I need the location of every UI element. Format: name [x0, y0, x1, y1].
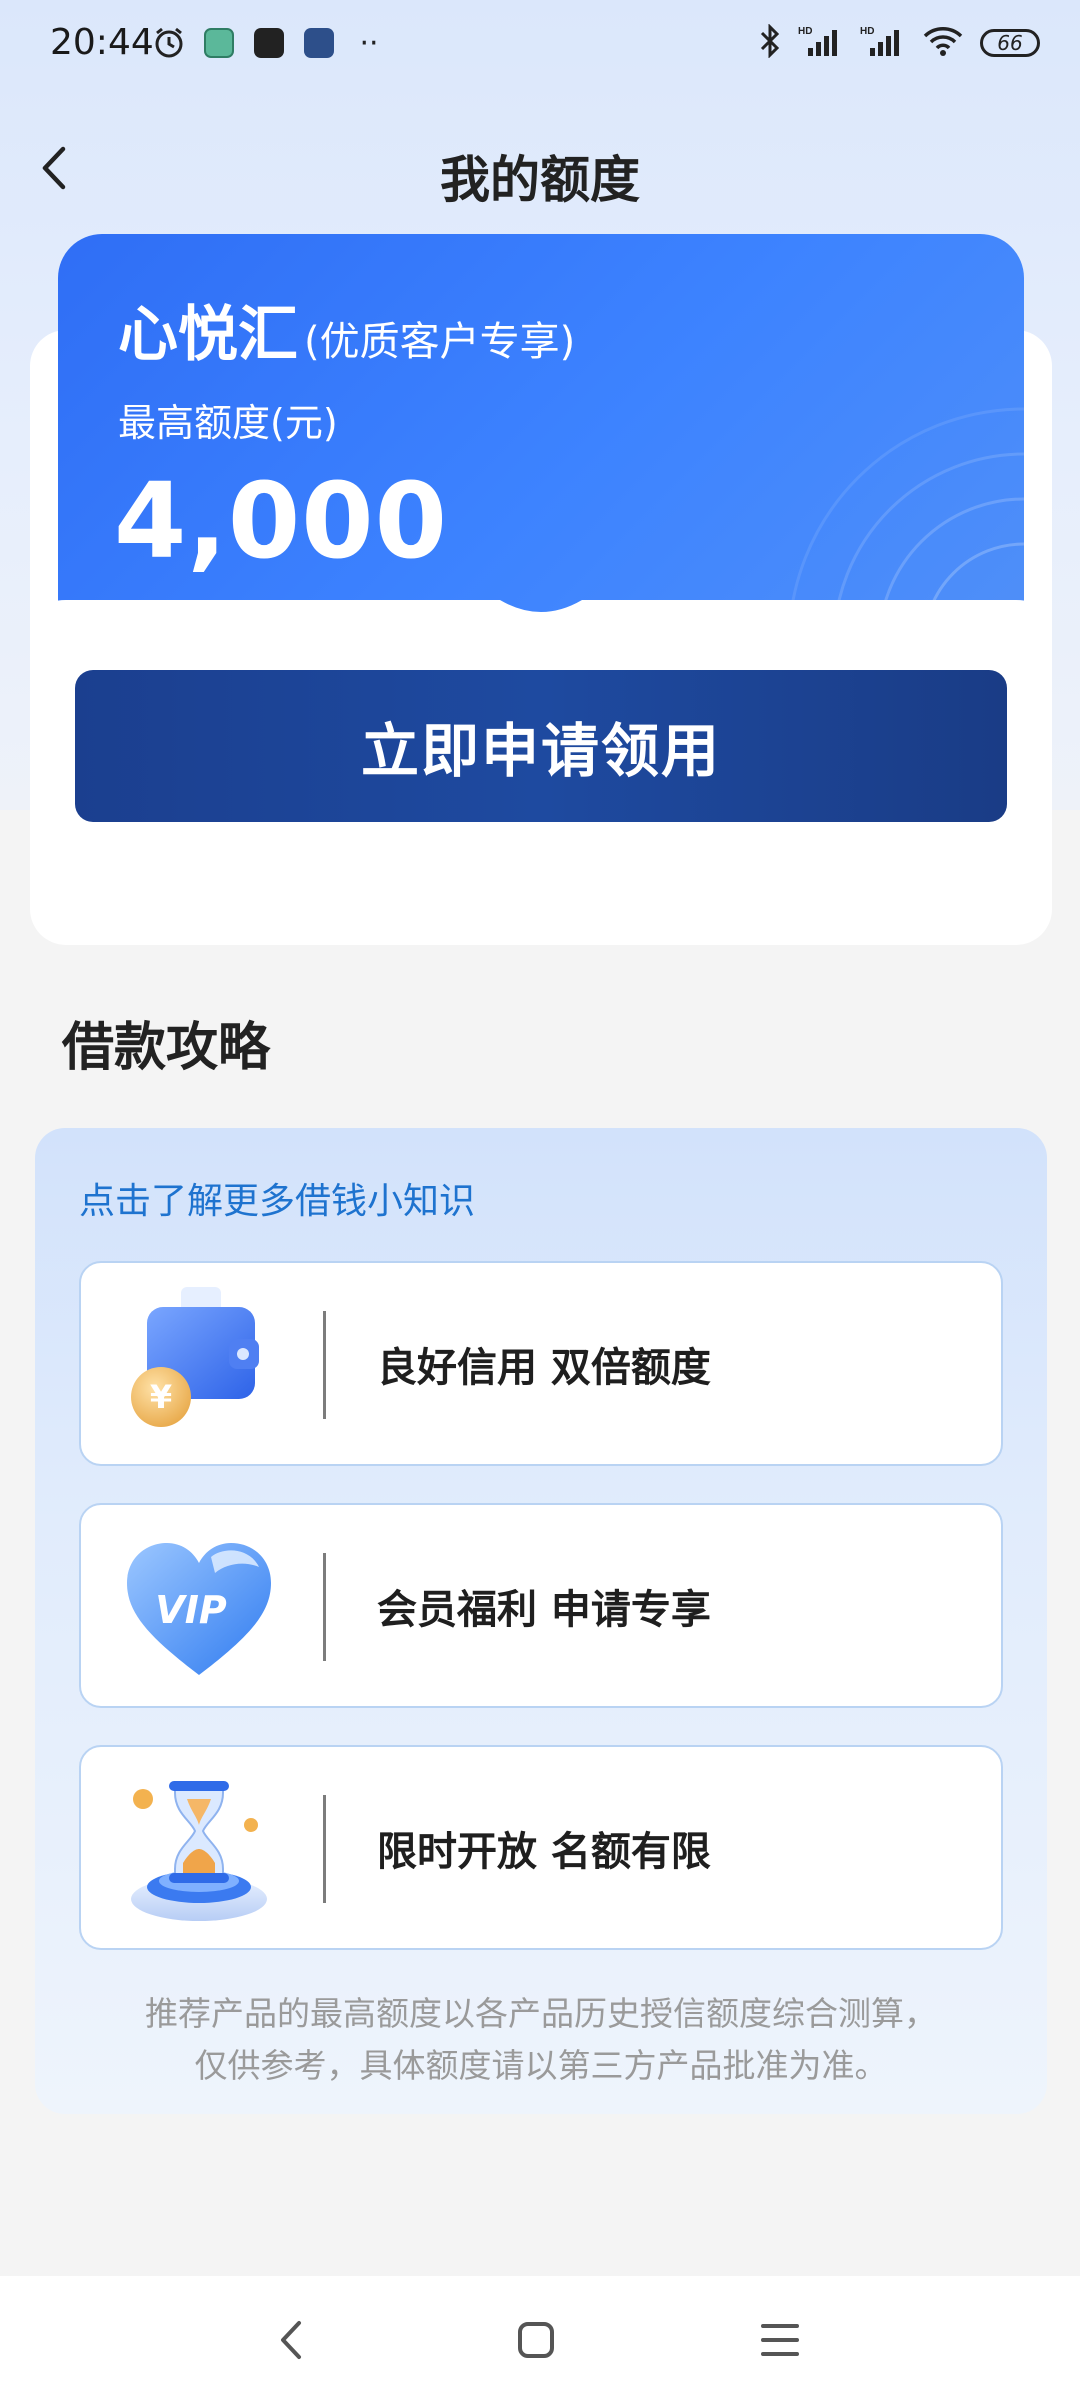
quota-label: 最高额度(元) — [118, 401, 338, 445]
tip-card-limited[interactable]: 限时开放 名额有限 — [79, 1745, 1003, 1950]
tip-divider — [323, 1311, 326, 1419]
back-nav-icon[interactable] — [262, 2310, 322, 2370]
battery-indicator: 66 — [980, 29, 1040, 57]
disclaimer-line: 推荐产品的最高额度以各产品历史授信额度综合测算， — [145, 1994, 937, 2033]
svg-text:HD: HD — [798, 26, 812, 37]
app-icon-green — [202, 26, 236, 60]
svg-text:VIP: VIP — [155, 1588, 227, 1632]
decorative-rings — [788, 407, 1024, 624]
alarm-icon — [152, 26, 186, 60]
home-nav-icon[interactable] — [506, 2310, 566, 2370]
apply-button[interactable]: 立即申请领用 — [75, 670, 1007, 822]
hourglass-icon — [131, 1781, 267, 1921]
section-title: 借款攻略 — [62, 1018, 271, 1078]
tip-text: 良好信用 双倍额度 — [377, 1345, 711, 1391]
app-icon-blue — [302, 26, 336, 60]
app-icon-dark — [252, 26, 286, 60]
learn-more-link[interactable]: 点击了解更多借钱小知识 — [79, 1172, 475, 1224]
vip-heart-icon: VIP — [127, 1543, 271, 1675]
card-notch — [30, 600, 1052, 636]
tip-card-credit[interactable]: ¥ 良好信用 双倍额度 — [79, 1261, 1003, 1466]
disclaimer: 推荐产品的最高额度以各产品历史授信额度综合测算， 仅供参考，具体额度请以第三方产… — [35, 1988, 1047, 2092]
tip-text: 会员福利 申请专享 — [377, 1587, 711, 1633]
status-bar: 20:44 ·· HD HD 66 — [0, 0, 1080, 92]
signal-hd-icon: HD — [860, 24, 906, 62]
wallet-coin-icon: ¥ — [131, 1287, 259, 1427]
brand-line: 心悦汇 (优质客户专享) — [118, 286, 575, 373]
tip-card-vip[interactable]: VIP 会员福利 申请专享 — [79, 1503, 1003, 1708]
svg-text:¥: ¥ — [150, 1378, 172, 1416]
more-dots-icon: ·· — [359, 25, 379, 61]
brand-name: 心悦汇 — [118, 300, 298, 370]
disclaimer-line: 仅供参考，具体额度请以第三方产品批准为准。 — [194, 2046, 888, 2085]
brand-note: (优质客户专享) — [304, 319, 576, 365]
guide-panel: 点击了解更多借钱小知识 ¥ 良好信用 双倍额度 VIP 会员福利 申请专享 限时… — [35, 1128, 1047, 2114]
quota-card: 心悦汇 (优质客户专享) 最高额度(元) 4,000 — [58, 234, 1024, 624]
signal-hd-icon: HD — [798, 24, 844, 62]
page-title: 我的额度 — [440, 151, 640, 209]
quota-amount: 4,000 — [114, 460, 448, 582]
tip-text: 限时开放 名额有限 — [377, 1829, 711, 1875]
bluetooth-icon — [758, 23, 782, 62]
svg-text:HD: HD — [860, 26, 874, 37]
system-nav-bar — [0, 2276, 1080, 2400]
menu-nav-icon[interactable] — [750, 2310, 810, 2370]
status-time: 20:44 — [50, 22, 154, 63]
tip-divider — [323, 1553, 326, 1661]
tip-divider — [323, 1795, 326, 1903]
wifi-icon — [922, 24, 964, 62]
